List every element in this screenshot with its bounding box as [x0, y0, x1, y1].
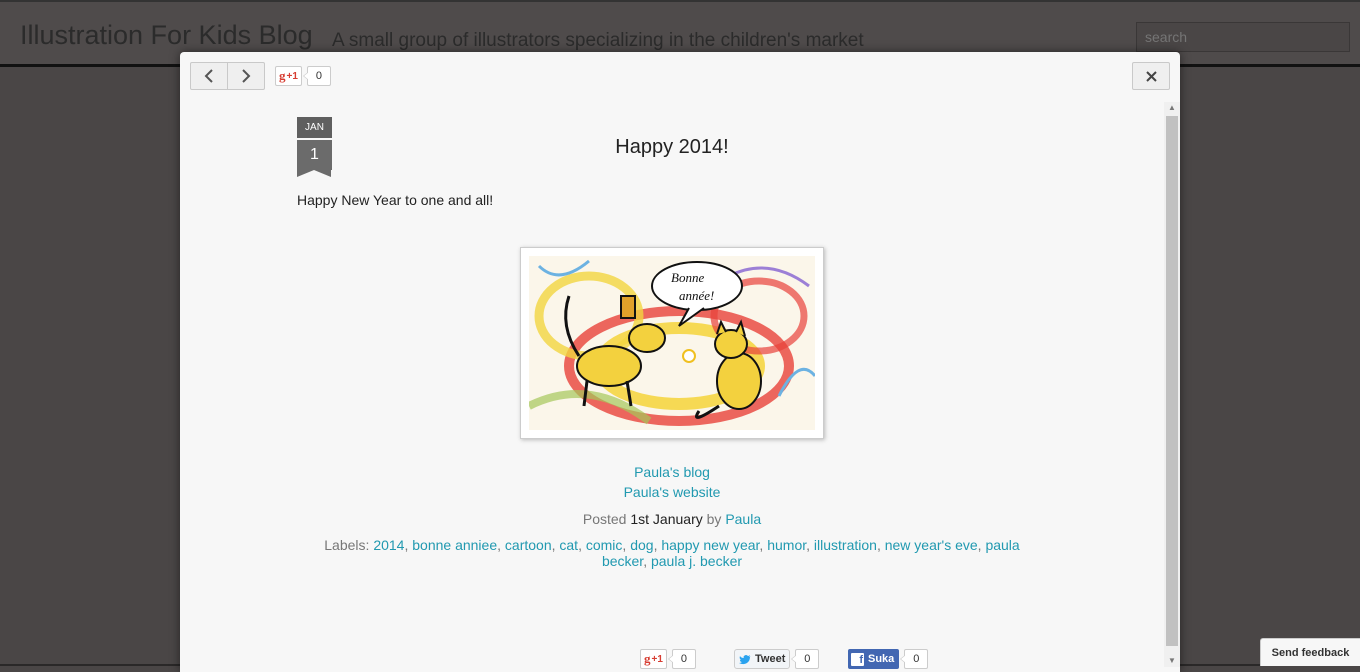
send-feedback-button[interactable]: Send feedback: [1260, 638, 1360, 666]
gplus-share-count: 0: [667, 649, 696, 669]
tweet-label: Tweet: [755, 653, 786, 665]
plusone-label: +1: [286, 70, 298, 82]
label-link[interactable]: comic: [586, 537, 623, 553]
date-badge-ribbon: [297, 170, 331, 177]
twitter-bird-icon: [739, 654, 751, 664]
svg-text:Bonne: Bonne: [671, 270, 704, 285]
gplus-share-label: +1: [651, 653, 663, 665]
modal-scrollbar[interactable]: ▲ ▼: [1164, 102, 1180, 667]
date-month: JAN: [297, 117, 332, 138]
tweet-button[interactable]: Tweet: [734, 649, 791, 669]
chevron-left-icon: [204, 69, 213, 83]
label-link[interactable]: bonne anniee: [412, 537, 497, 553]
scroll-thumb[interactable]: [1166, 116, 1178, 646]
label-link[interactable]: cat: [559, 537, 578, 553]
facebook-icon: f: [851, 652, 864, 666]
label-link[interactable]: illustration: [814, 537, 877, 553]
gplus-icon: g: [644, 651, 651, 666]
post-viewer-modal: g +1 0 ▲ ▼ JAN 1 Happy 2014! Happy New Ye…: [180, 52, 1180, 672]
post-meta: Posted 1st January by Paula: [297, 511, 1047, 527]
illustration-image: Bonne année!: [529, 256, 815, 430]
posted-prefix: Posted: [582, 511, 627, 527]
label-link[interactable]: paula j. becker: [651, 553, 742, 569]
top-plusone-widget: g +1 0: [275, 66, 331, 86]
posted-date: 1st January: [630, 511, 703, 527]
previous-post-button[interactable]: [191, 63, 227, 89]
close-button[interactable]: [1132, 62, 1170, 90]
plusone-count: 0: [302, 66, 331, 86]
labels-prefix: Labels:: [324, 537, 370, 553]
label-link[interactable]: new year's eve: [885, 537, 978, 553]
post-links: Paula's blog Paula's website: [297, 462, 1047, 502]
svg-text:année!: année!: [679, 288, 714, 303]
post-labels: Labels: 2014, bonne anniee, cartoon, cat…: [324, 537, 1020, 569]
posted-by: by: [706, 511, 722, 527]
scroll-up-arrow-icon[interactable]: ▲: [1164, 102, 1180, 114]
paulas-website-link[interactable]: Paula's website: [297, 482, 1047, 502]
post-nav-group: [190, 62, 265, 90]
label-link[interactable]: dog: [630, 537, 653, 553]
chevron-right-icon: [242, 69, 251, 83]
facebook-like-widget: f Suka 0: [848, 649, 929, 669]
gplus-share-widget: g +1 0: [640, 649, 696, 669]
blog-title[interactable]: Illustration For Kids Blog: [20, 20, 313, 51]
facebook-like-label: Suka: [868, 653, 895, 665]
tweet-widget: Tweet 0: [734, 649, 820, 669]
gplus-share-button[interactable]: g +1: [640, 649, 667, 669]
label-link[interactable]: humor: [767, 537, 806, 553]
label-link[interactable]: 2014: [373, 537, 404, 553]
post-title: Happy 2014!: [615, 136, 729, 158]
close-icon: [1145, 70, 1157, 82]
blog-description: A small group of illustrators specializi…: [332, 30, 864, 51]
label-link[interactable]: cartoon: [505, 537, 552, 553]
facebook-like-button[interactable]: f Suka: [848, 649, 900, 669]
tweet-count: 0: [791, 649, 820, 669]
post-body-text: Happy New Year to one and all!: [297, 192, 494, 208]
label-link[interactable]: happy new year: [661, 537, 759, 553]
next-post-button[interactable]: [227, 63, 264, 89]
post-image[interactable]: Bonne année!: [520, 247, 824, 439]
gplus-icon: g: [279, 68, 286, 83]
facebook-like-count: 0: [900, 649, 929, 669]
search-input[interactable]: [1136, 22, 1350, 52]
plusone-button[interactable]: g +1: [275, 66, 302, 86]
paulas-blog-link[interactable]: Paula's blog: [297, 462, 1047, 482]
scroll-down-arrow-icon[interactable]: ▼: [1164, 655, 1180, 667]
author-link[interactable]: Paula: [725, 511, 761, 527]
